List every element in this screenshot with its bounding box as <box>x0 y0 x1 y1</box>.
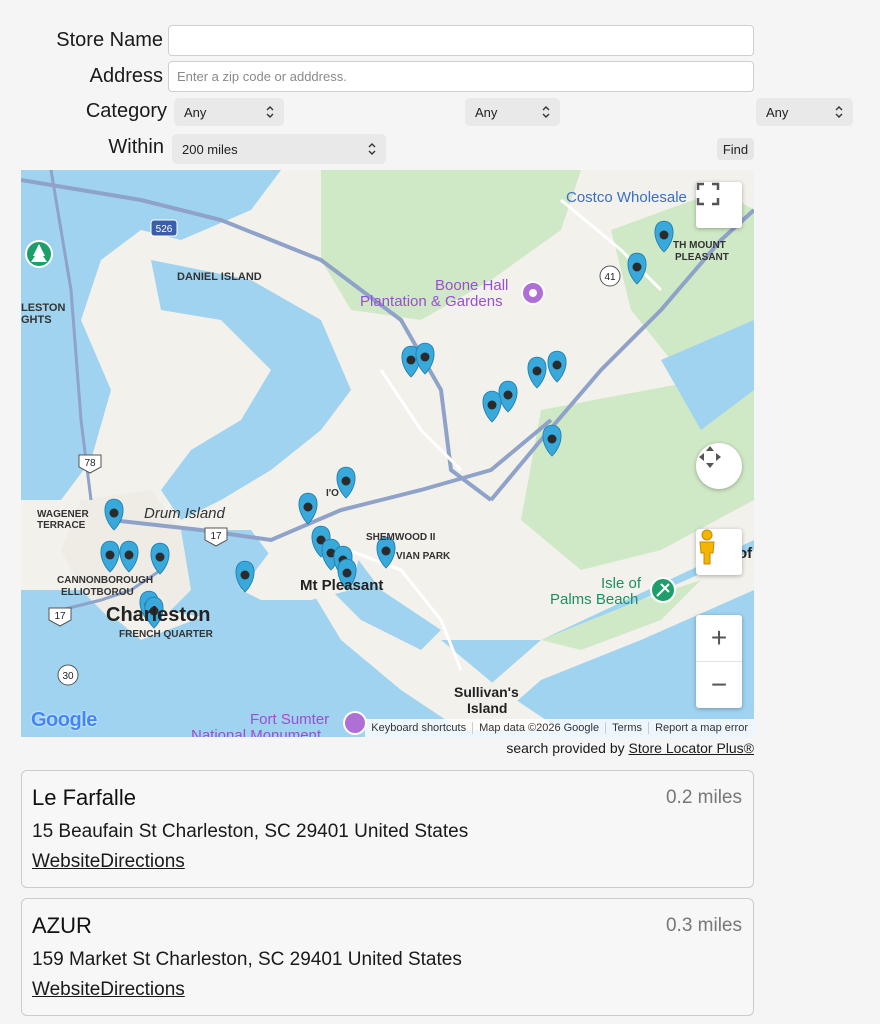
store-name: Le Farfalle <box>32 785 136 810</box>
zoom-out-button[interactable]: − <box>696 662 742 708</box>
find-button[interactable]: Find <box>717 138 754 160</box>
chevron-updown-icon <box>368 143 376 155</box>
store-links: WebsiteDirections <box>32 851 185 873</box>
map-label-palms-beach: Palms Beach <box>550 591 639 608</box>
park-poi-icon[interactable] <box>25 240 53 268</box>
report-map-error-link[interactable]: Report a map error <box>648 722 754 734</box>
map-label-costco: Costco Wholesale <box>566 189 687 206</box>
fort-sumter-poi-icon[interactable] <box>343 711 367 735</box>
route-shield-17-a-label: 17 <box>210 531 222 542</box>
category-select-3[interactable]: Any <box>756 98 853 126</box>
map-label-mt-pleasant: Mt Pleasant <box>300 577 384 594</box>
chevron-updown-icon <box>835 106 843 118</box>
category-select-1[interactable]: Any <box>174 98 284 126</box>
zoom-controls: + − <box>696 615 742 708</box>
pegman-icon <box>699 529 715 565</box>
route-shield-78-label: 78 <box>84 458 96 469</box>
route-shield-526-label: 526 <box>156 224 173 235</box>
map-label-mount: TH MOUNT <box>673 240 726 251</box>
boone-hall-poi-icon[interactable] <box>521 281 545 305</box>
map-label-fort-sumter: Fort Sumter <box>250 711 330 728</box>
map-label-wagener: WAGENER <box>37 509 89 520</box>
route-shield-30: 30 <box>57 664 79 686</box>
map-label-cannonborough: CANNONBOROUGH <box>57 575 154 586</box>
map-label-sullivans: Sullivan's <box>454 684 519 700</box>
route-shield-526: 526 <box>150 219 178 237</box>
store-name: AZUR <box>32 913 92 938</box>
chevron-updown-icon <box>266 106 274 118</box>
result-card: Le Farfalle 0.2 miles 15 Beaufain St Cha… <box>21 770 754 888</box>
address-label: Address <box>89 65 163 87</box>
store-distance: 0.3 miles <box>665 915 742 936</box>
store-links: WebsiteDirections <box>32 979 185 1001</box>
category-select-2-value: Any <box>475 104 498 120</box>
fullscreen-button[interactable] <box>696 182 742 228</box>
category-label: Category <box>85 100 167 122</box>
route-shield-30-label: 30 <box>62 671 74 682</box>
store-address: 159 Market St Charleston, SC 29401 Unite… <box>32 949 462 970</box>
fullscreen-icon <box>696 182 720 206</box>
map-attribution: Keyboard shortcuts Map data ©2026 Google… <box>365 719 754 737</box>
address-input[interactable] <box>168 61 754 92</box>
map-label-daniel-island: DANIEL ISLAND <box>177 271 262 283</box>
route-shield-17-b-label: 17 <box>54 611 66 622</box>
map-label-vian-park: VIAN PARK <box>396 551 451 562</box>
route-shield-41: 41 <box>599 265 621 287</box>
directions-link[interactable]: Directions <box>100 979 184 1000</box>
provider-prefix: search provided by <box>506 740 629 756</box>
map-label-leston: LESTON <box>21 302 66 314</box>
map-label-ghts: GHTS <box>21 314 52 326</box>
map-label-boone-hall-2: Plantation & Gardens <box>360 293 503 310</box>
directions-link[interactable]: Directions <box>100 851 184 872</box>
store-address: 15 Beaufain St Charleston, SC 29401 Unit… <box>32 821 469 842</box>
map-label-shemwood: SHEMWOOD II <box>366 532 436 543</box>
store-locator-plus-link[interactable]: Store Locator Plus® <box>629 740 755 756</box>
store-name-label: Store Name <box>56 29 163 51</box>
camera-control-button[interactable] <box>696 443 742 489</box>
map-label-national-monument: National Monument <box>191 727 322 737</box>
beach-poi-icon[interactable] <box>650 577 676 603</box>
website-link[interactable]: Website <box>32 851 100 872</box>
map-label-elliotborough: ELLIOTBOROU <box>61 587 134 598</box>
map-label-terrace: TERRACE <box>37 520 86 531</box>
map-data-text: Map data ©2026 Google <box>472 722 605 734</box>
map-label-french-quarter: FRENCH QUARTER <box>119 629 213 640</box>
website-link[interactable]: Website <box>32 979 100 1000</box>
category-select-2[interactable]: Any <box>465 98 560 126</box>
map-label-pleasant: PLEASANT <box>675 252 729 263</box>
google-logo-text: Google <box>31 709 97 731</box>
within-label: Within <box>108 136 164 158</box>
zoom-in-button[interactable]: + <box>696 616 742 662</box>
store-distance: 0.2 miles <box>665 787 742 808</box>
within-select[interactable]: 200 miles <box>172 134 386 164</box>
pan-arrows-icon <box>699 446 721 468</box>
map-label-isle-of: Isle of <box>601 575 642 592</box>
provider-credit: search provided by Store Locator Plus® <box>506 740 754 756</box>
route-shield-41-label: 41 <box>604 272 616 283</box>
keyboard-shortcuts-link[interactable]: Keyboard shortcuts <box>365 722 472 734</box>
within-select-value: 200 miles <box>182 141 238 157</box>
result-card: AZUR 0.3 miles 159 Market St Charleston,… <box>21 898 754 1016</box>
chevron-updown-icon <box>542 106 550 118</box>
street-view-pegman[interactable] <box>696 529 742 575</box>
map-label-drum-island: Drum Island <box>144 505 225 522</box>
map-view[interactable]: 526 41 78 17 17 30 Costco Wholesale TH M… <box>21 170 754 737</box>
map-label-boone-hall: Boone Hall <box>435 277 509 294</box>
store-name-input[interactable] <box>168 25 754 56</box>
google-logo: Google <box>31 709 97 732</box>
map-label-io: I'O <box>326 488 339 499</box>
map-label-charleston: Charleston <box>106 604 211 626</box>
map-label-island: Island <box>467 700 508 716</box>
terms-link[interactable]: Terms <box>605 722 648 734</box>
map-canvas[interactable]: 526 41 78 17 17 30 <box>21 170 754 737</box>
category-select-1-value: Any <box>184 104 207 120</box>
category-select-3-value: Any <box>766 104 789 120</box>
